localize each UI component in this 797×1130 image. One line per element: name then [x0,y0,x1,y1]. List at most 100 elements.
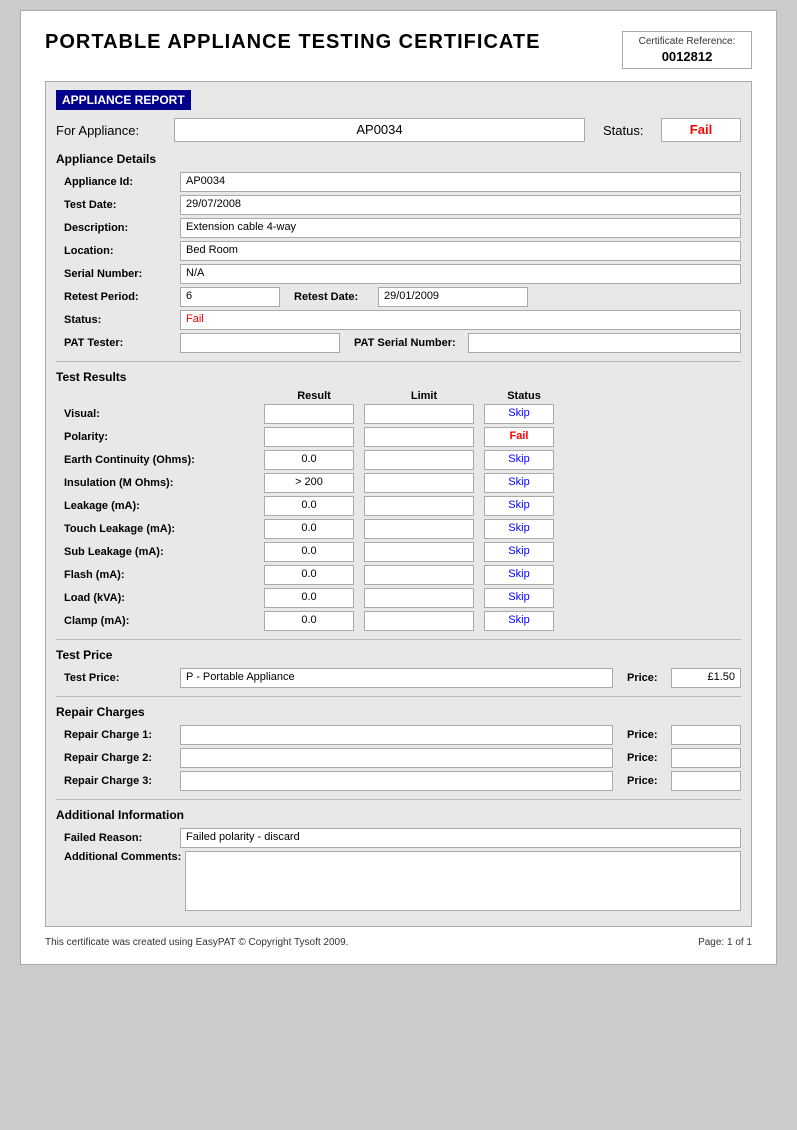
pat-serial-input[interactable] [468,333,741,353]
divider-3 [56,696,741,697]
repair-desc-input-2[interactable] [180,771,613,791]
test-row-result-7[interactable]: 0.0 [264,565,354,585]
retest-date-label: Retest Date: [294,291,374,303]
repair-desc-input-1[interactable] [180,748,613,768]
repair-charge-row: Repair Charge 1: Price: [56,725,741,745]
repair-price-label-1: Price: [627,752,667,764]
test-date-value[interactable]: 29/07/2008 [180,195,741,215]
divider-1 [56,361,741,362]
repair-label-2: Repair Charge 3: [56,775,176,787]
location-value[interactable]: Bed Room [180,241,741,261]
description-value[interactable]: Extension cable 4-way [180,218,741,238]
serial-number-value[interactable]: N/A [180,264,741,284]
retest-row: Retest Period: 6 Retest Date: 29/01/2009 [56,287,741,307]
status-label: Status: [603,123,653,138]
main-section: APPLIANCE REPORT For Appliance: AP0034 S… [45,81,752,927]
test-row-label-1: Polarity: [64,431,264,443]
test-row-status-7: Skip [484,565,554,585]
retest-date-input[interactable]: 29/01/2009 [378,287,528,307]
test-row-result-2[interactable]: 0.0 [264,450,354,470]
col-limit-header: Limit [364,390,484,402]
status-value: Fail [661,118,741,142]
retest-period-label: Retest Period: [56,291,176,303]
repair-price-input-1[interactable] [671,748,741,768]
test-price-label: Test Price: [56,672,176,684]
additional-info-title: Additional Information [56,808,741,822]
repair-desc-input-0[interactable] [180,725,613,745]
appliance-id-label: Appliance Id: [56,176,176,188]
test-row-result-3[interactable]: > 200 [264,473,354,493]
test-row-label-4: Leakage (mA): [64,500,264,512]
test-price-title: Test Price [56,648,741,662]
test-price-input[interactable]: P - Portable Appliance [180,668,613,688]
col-status-header: Status [484,390,564,402]
additional-comments-input[interactable] [185,851,741,911]
repair-charge-rows: Repair Charge 1: Price: Repair Charge 2:… [56,725,741,791]
test-row-status-1: Fail [484,427,554,447]
test-row-result-4[interactable]: 0.0 [264,496,354,516]
repair-label-0: Repair Charge 1: [56,729,176,741]
test-row-limit-1[interactable] [364,427,474,447]
appliance-id-row: Appliance Id: AP0034 [56,172,741,192]
repair-label-1: Repair Charge 2: [56,752,176,764]
test-result-row: Visual: Skip [56,404,741,424]
pat-tester-input[interactable] [180,333,340,353]
appliance-details-title: Appliance Details [56,152,741,166]
repair-price-input-0[interactable] [671,725,741,745]
test-row-label-0: Visual: [64,408,264,420]
additional-comments-label: Additional Comments: [56,851,181,863]
test-row-label-2: Earth Continuity (Ohms): [64,454,264,466]
retest-period-input[interactable]: 6 [180,287,280,307]
test-row-limit-9[interactable] [364,611,474,631]
col-result-header: Result [264,390,364,402]
failed-reason-input[interactable]: Failed polarity - discard [180,828,741,848]
failed-reason-label: Failed Reason: [56,832,176,844]
test-result-row: Load (kVA): 0.0 Skip [56,588,741,608]
price-value-input[interactable]: £1.50 [671,668,741,688]
test-row-result-0[interactable] [264,404,354,424]
test-row-limit-3[interactable] [364,473,474,493]
test-row-status-2: Skip [484,450,554,470]
test-row-limit-6[interactable] [364,542,474,562]
test-row-limit-2[interactable] [364,450,474,470]
test-row-result-1[interactable] [264,427,354,447]
repair-charge-row: Repair Charge 3: Price: [56,771,741,791]
test-row-limit-7[interactable] [364,565,474,585]
test-row-status-4: Skip [484,496,554,516]
repair-price-input-2[interactable] [671,771,741,791]
test-row-result-5[interactable]: 0.0 [264,519,354,539]
test-row-result-6[interactable]: 0.0 [264,542,354,562]
for-appliance-input[interactable]: AP0034 [174,118,585,142]
repair-charges-title: Repair Charges [56,705,741,719]
for-appliance-label: For Appliance: [56,123,166,138]
repair-price-label-2: Price: [627,775,667,787]
test-results-cols: Result Limit Status [56,390,741,402]
test-result-row: Leakage (mA): 0.0 Skip [56,496,741,516]
test-result-row: Insulation (M Ohms): > 200 Skip [56,473,741,493]
test-result-row: Earth Continuity (Ohms): 0.0 Skip [56,450,741,470]
test-row-label-9: Clamp (mA): [64,615,264,627]
test-row-limit-5[interactable] [364,519,474,539]
for-appliance-row: For Appliance: AP0034 Status: Fail [56,118,741,142]
test-row-status-6: Skip [484,542,554,562]
test-row-limit-0[interactable] [364,404,474,424]
test-row-limit-4[interactable] [364,496,474,516]
test-result-rows: Visual: Skip Polarity: Fail Earth Contin… [56,404,741,631]
test-row-result-8[interactable]: 0.0 [264,588,354,608]
status-field-value[interactable]: Fail [180,310,741,330]
pat-serial-label: PAT Serial Number: [354,337,464,349]
test-row-limit-8[interactable] [364,588,474,608]
test-row-result-9[interactable]: 0.0 [264,611,354,631]
test-price-row: Test Price: P - Portable Appliance Price… [56,668,741,688]
appliance-id-value[interactable]: AP0034 [180,172,741,192]
test-row-status-3: Skip [484,473,554,493]
test-date-row: Test Date: 29/07/2008 [56,195,741,215]
footer: This certificate was created using EasyP… [45,937,752,948]
pat-row: PAT Tester: PAT Serial Number: [56,333,741,353]
repair-price-label-0: Price: [627,729,667,741]
page-title: PORTABLE APPLIANCE TESTING CERTIFICATE [45,31,622,54]
location-row: Location: Bed Room [56,241,741,261]
test-row-label-5: Touch Leakage (mA): [64,523,264,535]
page-header: PORTABLE APPLIANCE TESTING CERTIFICATE C… [45,31,752,69]
description-label: Description: [56,222,176,234]
